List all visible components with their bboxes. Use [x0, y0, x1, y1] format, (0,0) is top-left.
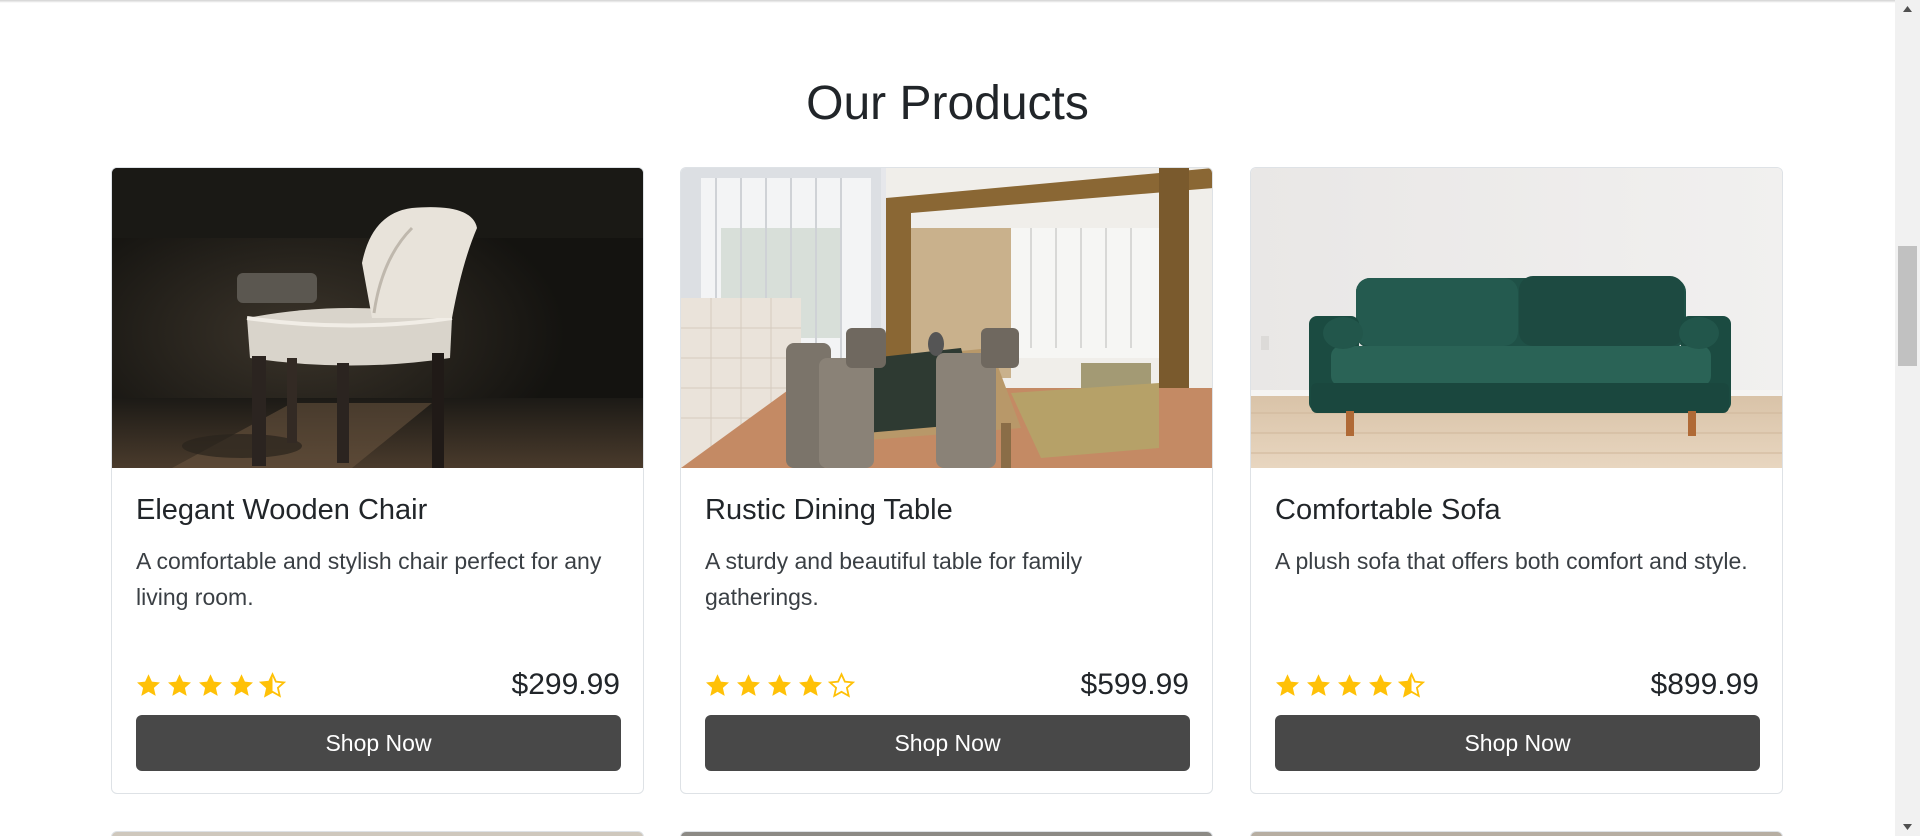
- page-viewport: Our Products Elegant Wooden Chair A comf…: [0, 0, 1920, 836]
- product-image-sofa: [1251, 168, 1782, 468]
- product-title: Rustic Dining Table: [705, 494, 953, 526]
- star-full-icon: [706, 674, 729, 696]
- product-price: $899.99: [1650, 668, 1759, 701]
- scroll-down-arrow-icon[interactable]: [1895, 818, 1920, 836]
- product-title: Comfortable Sofa: [1275, 494, 1501, 526]
- star-half-icon: [1398, 672, 1425, 698]
- star-half-icon: [259, 672, 286, 698]
- star-full-icon: [168, 674, 191, 696]
- scrollbar-thumb[interactable]: [1898, 246, 1917, 366]
- product-title: Elegant Wooden Chair: [136, 494, 428, 526]
- dining-room-photo: [681, 168, 1212, 468]
- star-full-icon: [230, 674, 253, 696]
- product-card-partial: [1250, 831, 1783, 836]
- star-full-icon: [768, 674, 791, 696]
- scroll-up-arrow-icon[interactable]: [1895, 0, 1920, 18]
- star-full-icon: [199, 674, 222, 696]
- product-image-table: [681, 168, 1212, 468]
- star-full-icon: [1369, 674, 1392, 696]
- shop-now-button[interactable]: Shop Now: [136, 715, 621, 771]
- product-card: Rustic Dining Table A sturdy and beautif…: [680, 167, 1213, 794]
- product-description: A comfortable and stylish chair perfect …: [136, 548, 602, 610]
- product-price: $299.99: [511, 668, 620, 701]
- product-card-partial: [111, 831, 644, 836]
- star-full-icon: [737, 674, 760, 696]
- star-full-icon: [1338, 674, 1361, 696]
- header-shadow: [0, 0, 1895, 3]
- page-scrollbar[interactable]: [1895, 0, 1920, 836]
- product-description: A sturdy and beautiful table for family …: [705, 548, 1083, 610]
- product-image-chair: [112, 168, 643, 468]
- star-full-icon: [799, 674, 822, 696]
- star-full-icon: [1307, 674, 1330, 696]
- chair-photo: [112, 168, 643, 468]
- star-rating: [135, 672, 286, 702]
- star-empty-icon: [828, 672, 855, 698]
- star-rating: [704, 672, 855, 702]
- product-price: $599.99: [1080, 668, 1189, 701]
- product-card: Comfortable Sofa A plush sofa that offer…: [1250, 167, 1783, 794]
- star-rating: [1274, 672, 1425, 702]
- section-title: Our Products: [806, 77, 1089, 130]
- product-description: A plush sofa that offers both comfort an…: [1275, 548, 1748, 574]
- product-card-partial: [680, 831, 1213, 836]
- star-full-icon: [137, 674, 160, 696]
- product-card: Elegant Wooden Chair A comfortable and s…: [111, 167, 644, 794]
- sofa-photo: [1251, 168, 1782, 468]
- star-full-icon: [1276, 674, 1299, 696]
- shop-now-button[interactable]: Shop Now: [705, 715, 1190, 771]
- shop-now-button[interactable]: Shop Now: [1275, 715, 1760, 771]
